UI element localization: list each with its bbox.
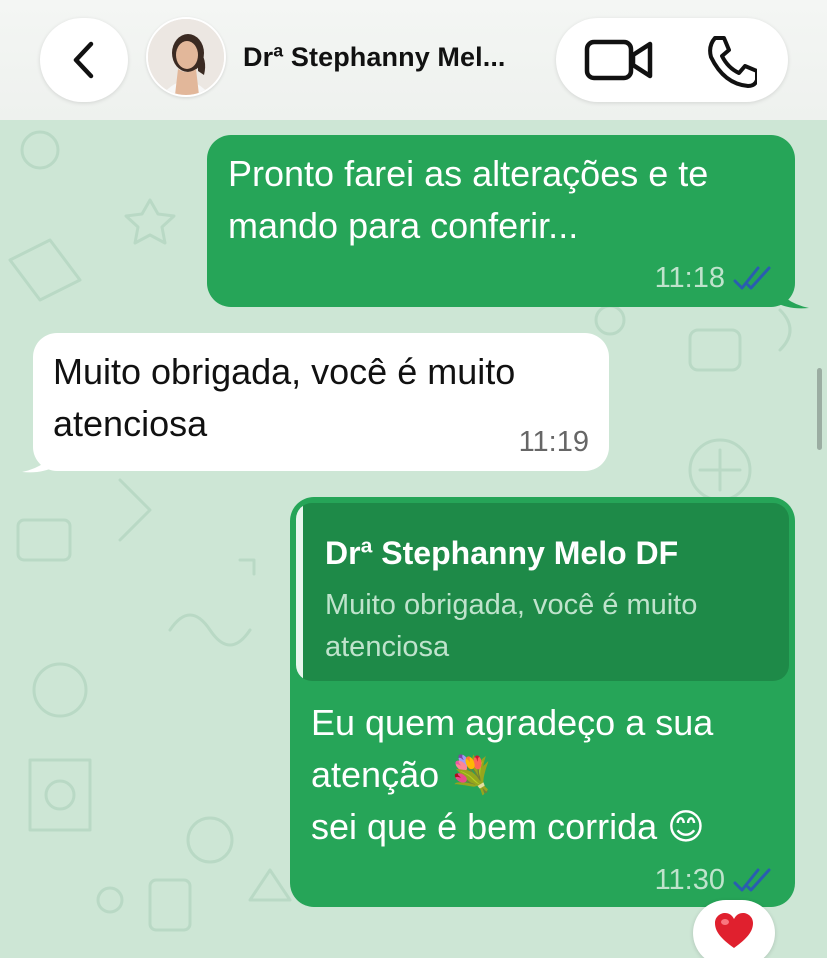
quote-text: Muito obrigada, você é muito atenciosa	[325, 584, 775, 668]
message-line: Pronto farei as alterações e te	[228, 153, 709, 194]
message-line: mando para conferir...	[228, 205, 579, 246]
video-camera-icon	[584, 39, 653, 81]
contact-avatar[interactable]	[146, 17, 226, 97]
message-line: atenção 💐	[311, 754, 494, 795]
video-call-button[interactable]	[584, 38, 654, 82]
quote-author: Drª Stephanny Melo DF	[325, 535, 679, 571]
read-receipt-icon	[733, 266, 771, 290]
message-reaction[interactable]	[693, 900, 775, 958]
message-meta: 11:19	[519, 425, 589, 459]
message-bubble-incoming[interactable]: Muito obrigada, você é muito atenciosa 1…	[33, 333, 609, 471]
phone-icon	[708, 36, 757, 88]
quoted-message[interactable]: Drª Stephanny Melo DF Muito obrigada, vo…	[296, 503, 789, 681]
red-heart-icon	[715, 913, 753, 948]
quote-line: Muito obrigada, você é muito	[325, 589, 698, 621]
message-line: Eu quem agradeço a sua	[311, 702, 714, 743]
back-button[interactable]	[40, 18, 128, 102]
message-meta: 11:30	[655, 863, 775, 897]
chat-header: Drª Stephanny Mel...	[0, 0, 827, 120]
message-text: Pronto farei as alterações e te mando pa…	[228, 148, 788, 252]
message-bubble-outgoing[interactable]: Pronto farei as alterações e te mando pa…	[207, 135, 795, 307]
message-bubble-outgoing-reply[interactable]: Drª Stephanny Melo DF Muito obrigada, vo…	[290, 497, 795, 907]
bubble-tail	[22, 446, 56, 473]
contact-name[interactable]: Drª Stephanny Mel...	[243, 42, 533, 73]
quote-line: atenciosa	[325, 631, 450, 663]
scroll-indicator[interactable]	[817, 368, 822, 450]
message-time: 11:18	[654, 262, 725, 294]
read-receipt-icon	[733, 868, 771, 892]
message-line: sei que é bem corrida 😊	[311, 806, 705, 847]
quote-bar	[296, 503, 303, 681]
chevron-left-icon	[73, 41, 94, 79]
message-time: 11:19	[518, 426, 589, 458]
message-meta: 11:18	[655, 261, 775, 295]
message-time: 11:30	[654, 864, 725, 896]
call-actions	[556, 18, 788, 102]
voice-call-button[interactable]	[702, 34, 758, 88]
message-text: Muito obrigada, você é muito atenciosa	[53, 346, 593, 450]
bubble-tail	[775, 282, 809, 309]
avatar-photo	[148, 19, 224, 95]
message-text: Eu quem agradeço a sua atenção 💐 sei que…	[311, 697, 791, 853]
message-line: Muito obrigada, você é muito	[53, 351, 516, 392]
message-line: atenciosa	[53, 403, 208, 444]
